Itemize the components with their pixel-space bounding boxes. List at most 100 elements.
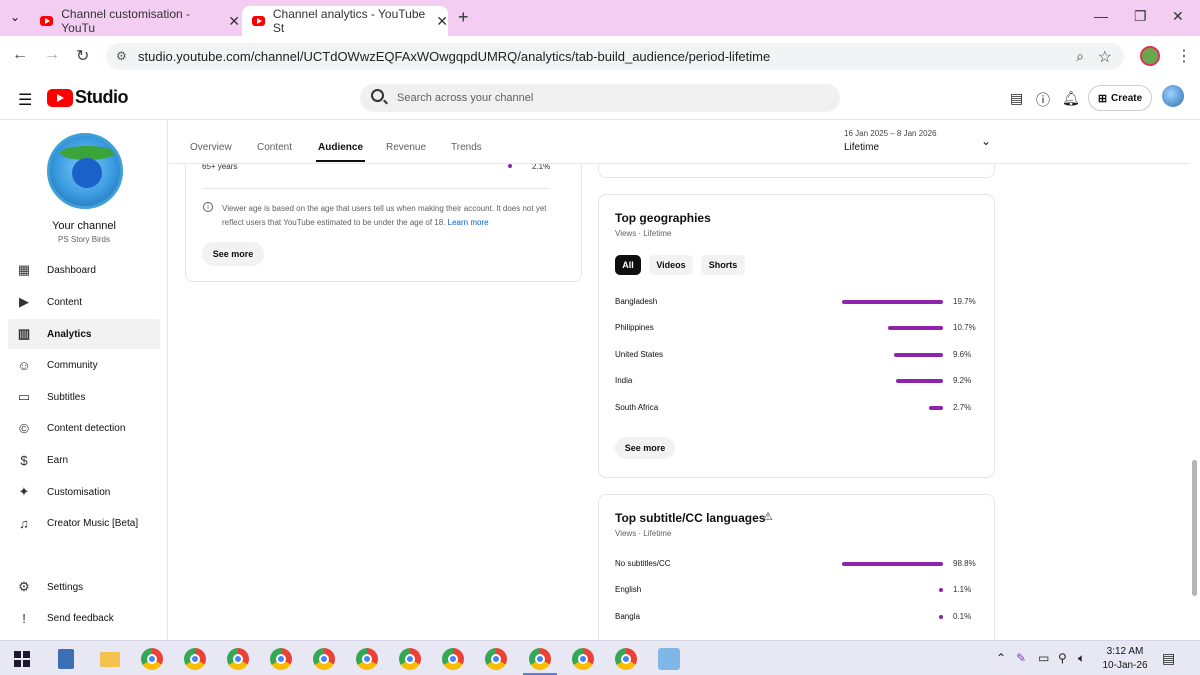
subtitles-icon: ▭ — [17, 389, 31, 404]
language-label: English — [615, 585, 642, 594]
gear-icon: ⚙ — [18, 579, 30, 594]
bookmark-star-icon[interactable]: ☆ — [1098, 47, 1112, 67]
forward-icon[interactable]: → — [44, 46, 60, 64]
sidebar-item-subtitles[interactable]: ▭ Subtitles — [8, 382, 160, 412]
windows-start-icon[interactable] — [14, 651, 30, 667]
tab-content[interactable]: Content — [257, 142, 292, 153]
browser-profile-avatar[interactable] — [1140, 46, 1160, 66]
sidebar-item-community[interactable]: ☺ Community — [8, 350, 160, 380]
taskbar-clock[interactable]: 3:12 AM 10-Jan-26 — [1100, 645, 1150, 673]
create-button[interactable]: ⊞ Create — [1088, 85, 1152, 111]
language-pct: 98.8% — [953, 559, 976, 568]
tab-audience[interactable]: Audience — [315, 142, 366, 162]
reload-icon[interactable]: ↻ — [76, 46, 89, 66]
url-text: studio.youtube.com/channel/UCTdOWwzEQFAx… — [138, 49, 771, 64]
geo-pct: 9.2% — [953, 376, 972, 385]
language-row: No subtitles/CC 98.8% — [615, 558, 979, 572]
sidebar-item-earn[interactable]: $ Earn — [8, 445, 160, 475]
chrome-profile-icon[interactable] — [572, 648, 594, 670]
tab-title: Channel analytics - YouTube St — [272, 7, 426, 35]
sidebar-item-dashboard[interactable]: ▦ Dashboard — [8, 255, 160, 285]
chrome-profile-icon[interactable] — [227, 648, 249, 670]
close-tab-icon[interactable]: ✕ — [436, 13, 448, 30]
geo-label: South Africa — [615, 403, 659, 412]
zoom-icon[interactable]: ⌕ — [1076, 48, 1084, 65]
tab-search-chevron-icon[interactable]: ⌄ — [10, 10, 20, 24]
geo-row: South Africa 2.7% — [615, 402, 979, 416]
geo-see-more-button[interactable]: See more — [615, 437, 675, 459]
clock-time: 3:12 AM — [1106, 646, 1144, 657]
language-bar — [939, 615, 943, 619]
clock-date: 10-Jan-26 — [1102, 660, 1148, 671]
chrome-profile-icon[interactable] — [615, 648, 637, 670]
show-hidden-icons-icon[interactable]: ⌃ — [996, 651, 1006, 665]
age-see-more-button[interactable]: See more — [202, 242, 264, 266]
youtube-logo-icon — [47, 88, 73, 107]
chip-shorts[interactable]: Shorts — [701, 255, 745, 275]
chrome-icon[interactable] — [141, 648, 163, 670]
learn-more-link[interactable]: Learn more — [448, 218, 489, 227]
calculator-icon[interactable] — [58, 649, 74, 669]
chrome-profile-icon[interactable] — [313, 648, 335, 670]
browser-tab-analytics[interactable]: Channel analytics - YouTube St ✕ — [242, 6, 448, 36]
sidebar-item-label: Analytics — [47, 328, 92, 340]
chrome-profile-icon[interactable] — [270, 648, 292, 670]
sidebar-item-settings[interactable]: ⚙ Settings — [8, 572, 160, 602]
notifications-bell-icon[interactable]: 🔔︎ — [1062, 90, 1080, 107]
new-tab-button[interactable]: + — [458, 7, 469, 28]
dashboard-icon: ▦ — [17, 262, 31, 277]
warning-icon[interactable]: ⚠ — [763, 510, 773, 523]
copyright-icon: © — [19, 420, 29, 436]
chip-all[interactable]: All — [615, 255, 641, 275]
network-icon[interactable]: ⚲ — [1058, 651, 1067, 665]
sidebar-item-creator-music[interactable]: ♫ Creator Music [Beta] — [8, 508, 160, 538]
language-bar — [939, 588, 943, 592]
site-info-icon[interactable]: ⚙ — [116, 49, 127, 63]
page-scrollbar[interactable] — [1192, 460, 1197, 596]
file-explorer-icon[interactable] — [100, 652, 120, 667]
sidebar-item-send-feedback[interactable]: ! Send feedback — [8, 603, 160, 633]
date-dropdown-chevron-icon[interactable]: ⌄ — [981, 134, 991, 148]
chrome-profile-icon[interactable] — [442, 648, 464, 670]
volume-icon[interactable]: 🔈︎ — [1078, 651, 1085, 666]
studio-logo[interactable]: Studio — [47, 87, 129, 108]
battery-icon[interactable]: ▭ — [1038, 651, 1049, 665]
help-icon[interactable]: ⓘ — [1036, 90, 1050, 110]
close-window-icon[interactable]: ✕ — [1172, 8, 1184, 25]
geo-label: United States — [615, 350, 664, 359]
sidebar-item-label: Community — [47, 359, 98, 371]
restore-icon[interactable]: ❐ — [1134, 8, 1147, 25]
chrome-profile-icon[interactable] — [399, 648, 421, 670]
chrome-profile-icon[interactable] — [356, 648, 378, 670]
comment-icon[interactable]: ▤ — [1010, 90, 1023, 107]
geo-bar — [842, 300, 943, 304]
sidebar-item-customisation[interactable]: ✦ Customisation — [8, 477, 160, 507]
chrome-profile-icon[interactable] — [184, 648, 206, 670]
chip-videos[interactable]: Videos — [649, 255, 693, 275]
search-input[interactable]: Search across your channel — [360, 84, 840, 112]
date-period: Lifetime — [844, 142, 880, 153]
sidebar-item-content-detection[interactable]: © Content detection — [8, 413, 160, 443]
notification-center-icon[interactable]: ▤ — [1162, 650, 1175, 667]
minimize-icon[interactable]: — — [1094, 8, 1108, 24]
browser-menu-icon[interactable]: ⋮ — [1176, 46, 1192, 66]
avatar-bird-shape — [72, 158, 102, 188]
chrome-profile-icon[interactable] — [485, 648, 507, 670]
channel-avatar[interactable] — [47, 133, 123, 209]
hamburger-menu-icon[interactable]: ☰ — [18, 90, 32, 110]
pen-icon[interactable]: ✎ — [1016, 651, 1026, 665]
tab-overview[interactable]: Overview — [190, 142, 232, 153]
tab-revenue[interactable]: Revenue — [386, 142, 426, 153]
close-tab-icon[interactable]: ✕ — [228, 13, 240, 30]
sidebar-item-analytics[interactable]: ▥ Analytics — [8, 319, 160, 349]
chrome-active-profile-icon[interactable] — [529, 648, 551, 670]
studio-logo-text: Studio — [75, 87, 129, 107]
geo-pct: 9.6% — [953, 350, 972, 359]
url-field[interactable]: ⚙ studio.youtube.com/channel/UCTdOWwzEQF… — [106, 43, 1124, 70]
account-avatar[interactable] — [1162, 85, 1184, 107]
browser-tab-customisation[interactable]: Channel customisation - YouTu ✕ — [40, 6, 240, 36]
sidebar-item-content[interactable]: ▶ Content — [8, 287, 160, 317]
tab-trends[interactable]: Trends — [451, 142, 482, 153]
back-icon[interactable]: ← — [12, 46, 28, 64]
notes-app-icon[interactable] — [658, 648, 680, 670]
